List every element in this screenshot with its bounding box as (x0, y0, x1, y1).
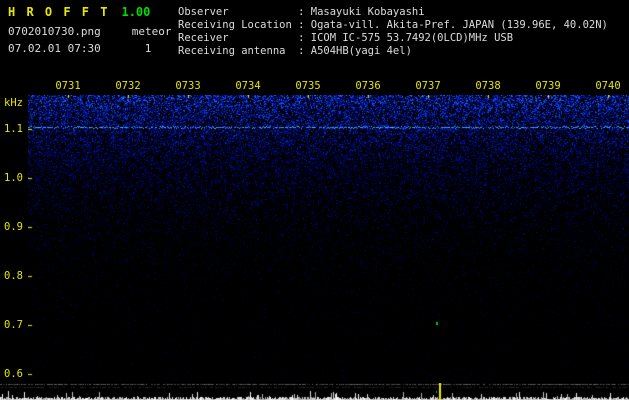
time-tick-label: 0737 (415, 80, 441, 92)
spectrogram-canvas (28, 95, 629, 383)
header-left: H R O F F T 1.00 0702010730.png meteor 07.… (8, 5, 171, 55)
info-row-antenna: Receiving antenna: A504HB(yagi 4el) (178, 45, 608, 58)
time-tick-label: 0736 (355, 80, 381, 92)
app-version: 1.00 (121, 5, 151, 19)
info-value: Ogata-vill. Akita-Pref. JAPAN (139.96E, … (310, 19, 608, 31)
time-tick-label: 0740 (595, 80, 621, 92)
hrofft-output-image: H R O F F T 1.00 0702010730.png meteor 07.… (0, 0, 629, 400)
info-separator: : (298, 32, 311, 44)
freq-tick-label: 1.1 (4, 123, 23, 135)
info-row-receiver: Receiver: ICOM IC-575 53.7492(0LCD)MHz U… (178, 32, 608, 45)
freq-tick-label: 0.8 (4, 270, 23, 282)
frequency-axis: kHz 1.1 1.0 0.9 0.8 0.7 0.6 (0, 0, 26, 400)
signal-level-strip (0, 383, 629, 400)
time-tick-label: 0731 (55, 80, 81, 92)
info-separator: : (298, 6, 311, 18)
info-row-observer: Observer: Masayuki Kobayashi (178, 6, 608, 19)
time-tick-label: 0733 (175, 80, 201, 92)
info-separator: : (298, 45, 311, 57)
time-axis: 0731 0732 0733 0734 0735 0736 0737 0738 … (28, 80, 629, 93)
info-row-location: Receiving Location: Ogata-vill. Akita-Pr… (178, 19, 608, 32)
freq-tick-label: 0.6 (4, 368, 23, 380)
info-value: ICOM IC-575 53.7492(0LCD)MHz USB (310, 32, 514, 44)
file-line: 0702010730.png meteor (8, 25, 171, 38)
freq-tick-label: 1.0 (4, 172, 23, 184)
time-tick-label: 0735 (295, 80, 321, 92)
date-line: 07.02.01 07:30 1 (8, 42, 171, 55)
time-tick-label: 0738 (475, 80, 501, 92)
echo-count: 1 (144, 42, 152, 55)
time-tick-label: 0734 (235, 80, 261, 92)
info-label: Observer (178, 6, 229, 18)
freq-tick-label: 0.9 (4, 221, 23, 233)
mode-label: meteor (131, 25, 172, 38)
time-tick-label: 0732 (115, 80, 141, 92)
info-separator: : (298, 19, 311, 31)
info-label: Receiver (178, 32, 229, 44)
freq-tick-label: 0.7 (4, 319, 23, 331)
info-label: Receiving antenna (178, 45, 286, 57)
title-line: H R O F F T 1.00 (8, 5, 171, 19)
info-value: Masayuki Kobayashi (310, 6, 425, 18)
info-label: Receiving Location (178, 19, 292, 31)
time-tick-label: 0739 (535, 80, 561, 92)
station-info-block: Observer: Masayuki Kobayashi Receiving L… (178, 6, 608, 58)
info-value: A504HB(yagi 4el) (310, 45, 412, 57)
freq-unit-label: kHz (4, 97, 23, 109)
